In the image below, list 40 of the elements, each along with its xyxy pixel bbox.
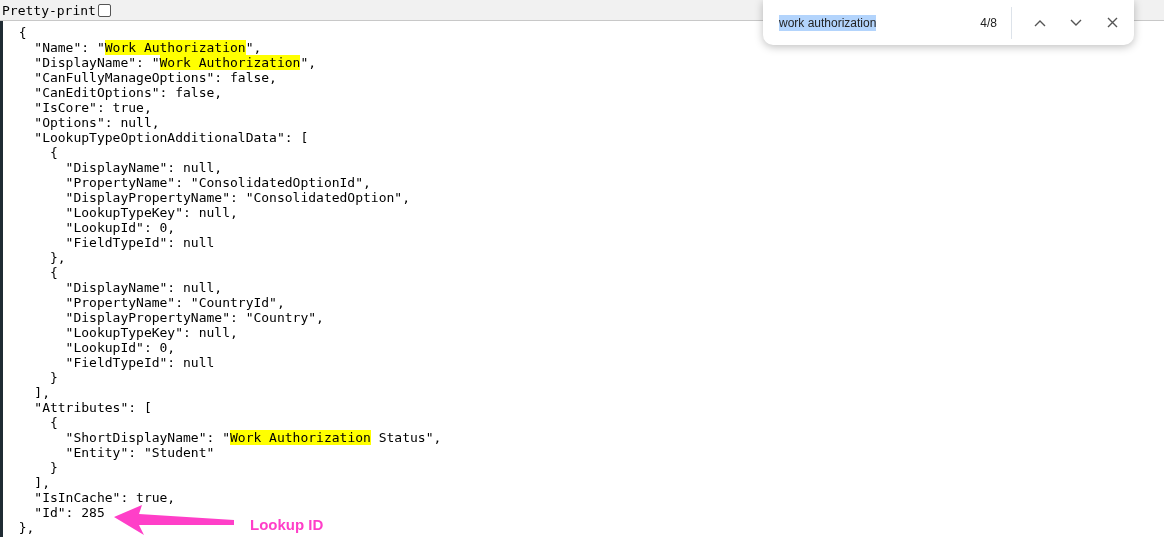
code-line: "DisplayName": null, bbox=[64, 160, 223, 175]
annotation-label: Lookup ID bbox=[250, 515, 324, 533]
code-line: "LookupId": 0, bbox=[64, 340, 176, 355]
code-line: } bbox=[48, 460, 58, 475]
pretty-print-label: Pretty-print bbox=[2, 2, 96, 18]
code-line: "Id": 285 bbox=[33, 505, 105, 520]
code-line: "Attributes": [ bbox=[33, 400, 152, 415]
code-line: "CanFullyManageOptions": false, bbox=[33, 70, 277, 85]
code-line: "LookupId": 0, bbox=[64, 220, 176, 235]
code-line: "Entity": "Student" bbox=[64, 445, 215, 460]
code-line: }, bbox=[17, 520, 35, 535]
code-line: { bbox=[48, 145, 58, 160]
code-line: { bbox=[48, 265, 58, 280]
code-line: "PropertyName": "CountryId", bbox=[64, 295, 285, 310]
code-line: "IsCore": true, bbox=[33, 100, 152, 115]
chevron-up-icon bbox=[1034, 18, 1046, 27]
code-line: "LookupTypeKey": null, bbox=[64, 205, 238, 220]
match-count: 4/8 bbox=[980, 15, 997, 30]
code-line: } bbox=[48, 370, 58, 385]
code-line: { bbox=[17, 25, 27, 40]
code-line: "DisplayName": null, bbox=[64, 280, 223, 295]
code-line: "FieldTypeId": null bbox=[64, 355, 215, 370]
code-line: "FieldTypeId": null bbox=[64, 235, 215, 250]
code-line: "PropertyName": "ConsolidatedOptionId", bbox=[64, 175, 371, 190]
code-line: "IsInCache": true, bbox=[33, 490, 176, 505]
code-line: ], bbox=[33, 475, 50, 490]
close-icon bbox=[1106, 17, 1118, 28]
chevron-down-icon bbox=[1070, 18, 1082, 27]
code-line: "ShortDisplayName": "Work Authorization Status", bbox=[64, 430, 442, 445]
code-line: ], bbox=[33, 385, 50, 400]
code-line: "LookupTypeOptionAdditionalData": [ bbox=[33, 130, 309, 145]
pretty-print-checkbox[interactable] bbox=[97, 3, 111, 17]
code-line: "DisplayPropertyName": "ConsolidatedOption", bbox=[64, 190, 410, 205]
code-line: "CanEditOptions": false, bbox=[33, 85, 223, 100]
find-field[interactable]: work authorization bbox=[779, 14, 877, 31]
code-line: "DisplayPropertyName": "Country", bbox=[64, 310, 324, 325]
code-line: { bbox=[48, 415, 58, 430]
code-line: }, bbox=[48, 250, 66, 265]
code-line: "LookupTypeKey": null, bbox=[64, 325, 238, 340]
code-line: "Options": null, bbox=[33, 115, 160, 130]
